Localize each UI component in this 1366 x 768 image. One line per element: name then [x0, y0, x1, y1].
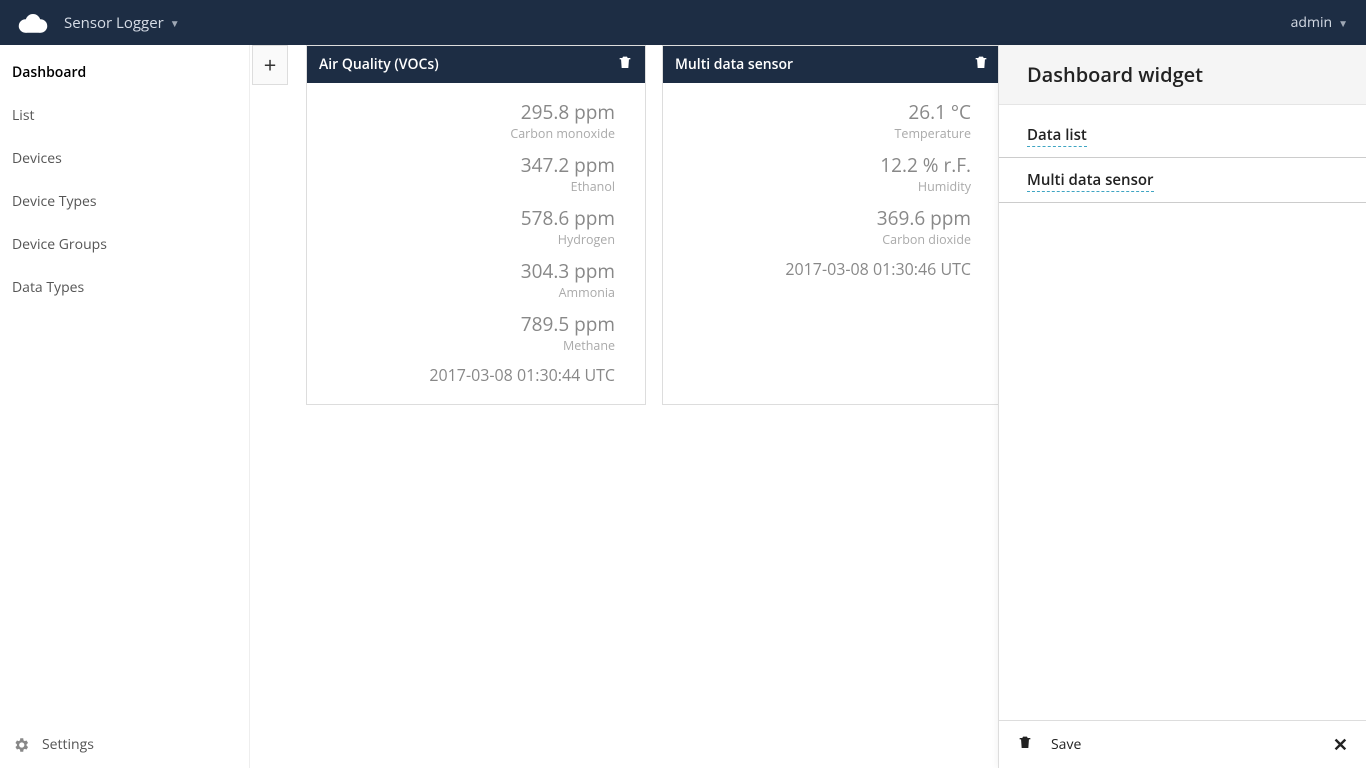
settings-label: Settings: [42, 735, 94, 754]
reading-label: Carbon monoxide: [319, 125, 615, 142]
reading-value: 304.3 ppm: [319, 258, 615, 284]
sidebar-item-label: Dashboard: [12, 63, 86, 82]
app-switcher[interactable]: Sensor Logger ▼: [58, 13, 180, 33]
reading-label: Ammonia: [319, 284, 615, 301]
owncloud-logo[interactable]: [8, 0, 58, 45]
reading-value: 347.2 ppm: [319, 152, 615, 178]
widget-title: Multi data sensor: [675, 55, 793, 74]
gear-icon: [12, 736, 30, 754]
sidebar-item-device-types[interactable]: Device Types: [0, 180, 249, 223]
settings-button[interactable]: Settings: [0, 721, 249, 768]
user-menu[interactable]: admin ▼: [1291, 13, 1358, 32]
widget-card-header: Multi data sensor: [663, 46, 1001, 83]
widget-type-label: Data list: [1027, 125, 1087, 147]
reading-value: 12.2 % r.F.: [675, 152, 971, 178]
right-panel-title: Dashboard widget: [999, 45, 1366, 105]
reading-label: Methane: [319, 337, 615, 354]
sidebar-item-label: Devices: [12, 149, 62, 168]
add-widget-button[interactable]: +: [252, 45, 288, 85]
reading-label: Temperature: [675, 125, 971, 142]
reading-value: 26.1 °C: [675, 99, 971, 125]
cloud-icon: [15, 11, 51, 35]
sidebar-item-label: Data Types: [12, 278, 84, 297]
widget-card-header: Air Quality (VOCs): [307, 46, 645, 83]
close-panel-button[interactable]: ✕: [1333, 733, 1348, 757]
caret-down-icon: ▼: [170, 16, 180, 30]
sidebar-item-dashboard[interactable]: Dashboard: [0, 51, 249, 94]
sidebar-item-data-types[interactable]: Data Types: [0, 266, 249, 309]
reading-label: Hydrogen: [319, 231, 615, 248]
sidebar: Dashboard List Devices Device Types Devi…: [0, 45, 250, 768]
reading-label: Carbon dioxide: [675, 231, 971, 248]
sidebar-item-label: Device Types: [12, 192, 97, 211]
widget-type-label: Multi data sensor: [1027, 170, 1154, 192]
caret-down-icon: ▼: [1338, 16, 1348, 30]
widget-card: Air Quality (VOCs) 295.8 ppmCarbon monox…: [306, 45, 646, 405]
reading-label: Humidity: [675, 178, 971, 195]
reading-value: 369.6 ppm: [675, 205, 971, 231]
sidebar-item-device-groups[interactable]: Device Groups: [0, 223, 249, 266]
topbar: Sensor Logger ▼ admin ▼: [0, 0, 1366, 45]
delete-widget-button[interactable]: [617, 54, 633, 75]
reading-value: 295.8 ppm: [319, 99, 615, 125]
right-panel: Dashboard widget Data list Multi data se…: [998, 45, 1366, 768]
sidebar-item-list[interactable]: List: [0, 94, 249, 137]
right-panel-body: Data list Multi data sensor: [999, 105, 1366, 720]
right-panel-footer: Save ✕: [999, 720, 1366, 768]
app-name-label: Sensor Logger: [64, 13, 164, 33]
user-name-label: admin: [1291, 13, 1332, 32]
sidebar-item-devices[interactable]: Devices: [0, 137, 249, 180]
widget-type-option[interactable]: Data list: [999, 113, 1366, 158]
trash-icon: [617, 54, 633, 70]
reading-label: Ethanol: [319, 178, 615, 195]
widget-title: Air Quality (VOCs): [319, 55, 439, 74]
widget-timestamp: 2017-03-08 01:30:46 UTC: [675, 258, 971, 280]
reading-value: 578.6 ppm: [319, 205, 615, 231]
delete-widget-button[interactable]: [973, 54, 989, 75]
sidebar-item-label: List: [12, 106, 35, 125]
widget-timestamp: 2017-03-08 01:30:44 UTC: [319, 364, 615, 386]
sidebar-item-label: Device Groups: [12, 235, 107, 254]
trash-icon: [1017, 733, 1033, 751]
trash-icon: [973, 54, 989, 70]
widget-type-option[interactable]: Multi data sensor: [999, 158, 1366, 203]
plus-icon: +: [264, 50, 277, 80]
panel-delete-button[interactable]: [1017, 733, 1033, 756]
reading-value: 789.5 ppm: [319, 311, 615, 337]
widget-card: Multi data sensor 26.1 °CTemperature 12.…: [662, 45, 1002, 405]
save-button[interactable]: Save: [1051, 735, 1081, 754]
